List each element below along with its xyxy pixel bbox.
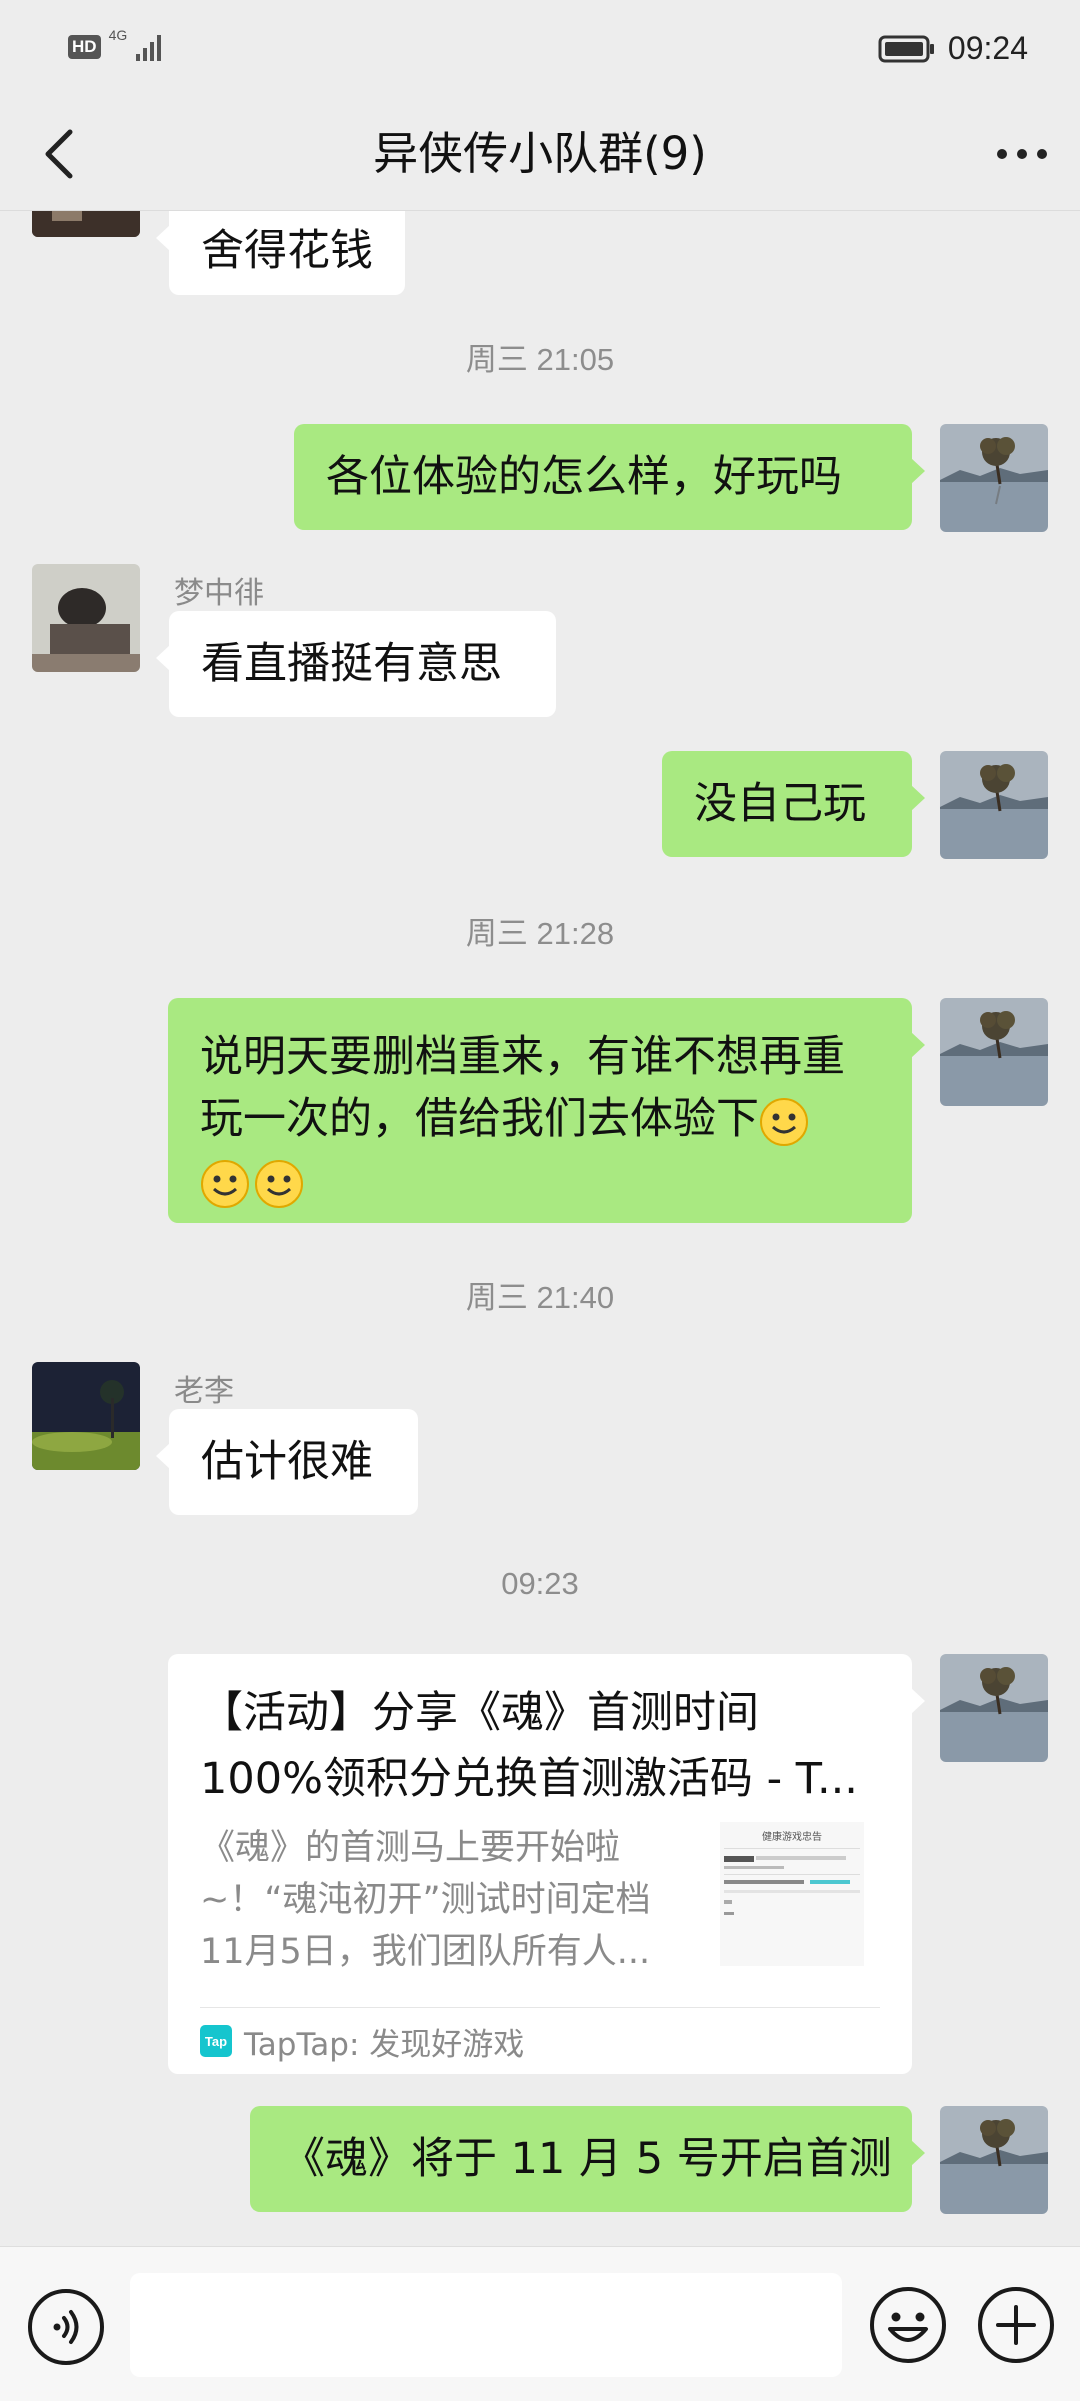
hd-badge: HD bbox=[68, 35, 101, 59]
link-card-desc-line: 11月5日，我们团队所有人... bbox=[200, 1932, 651, 1972]
link-card-thumbnail: 健康游戏忠告 bbox=[720, 1822, 864, 1966]
message-text: 没自己玩 bbox=[694, 779, 866, 829]
smiley-emoji-icon bbox=[255, 1159, 303, 1208]
link-card-title-line: 100%领积分兑换首测激活码 - T... bbox=[200, 1754, 858, 1804]
message-bubble-outgoing[interactable]: 各位体验的怎么样，好玩吗 bbox=[294, 424, 925, 530]
link-card-body: 《魂》的首测马上要开始啦 ~！“魂沌初开”测试时间定档 11月5日，我们团队所有… bbox=[200, 1822, 880, 1978]
status-bar: HD 4G 09:24 bbox=[0, 0, 1080, 100]
message-text: 看直播挺有意思 bbox=[201, 639, 502, 689]
status-right: 09:24 bbox=[878, 30, 1028, 67]
taptap-logo-icon: Tap bbox=[200, 2025, 232, 2057]
emoji-button[interactable] bbox=[868, 2285, 948, 2365]
message-bubble-incoming[interactable]: 看直播挺有意思 bbox=[156, 611, 556, 717]
more-icon bbox=[997, 149, 1047, 159]
my-avatar[interactable] bbox=[940, 2106, 1048, 2214]
message-line-3 bbox=[200, 1150, 880, 1212]
thumb-text: 健康游戏忠告 bbox=[762, 1830, 822, 1843]
more-button[interactable] bbox=[990, 122, 1054, 186]
avatar-laoli[interactable] bbox=[32, 1362, 140, 1470]
my-avatar[interactable] bbox=[940, 1654, 1048, 1762]
avatar-partial[interactable] bbox=[32, 211, 140, 237]
chat-title: 异侠传小队群(9) bbox=[373, 127, 707, 180]
network-label: 4G bbox=[108, 27, 128, 43]
link-card-source: Tap TapTap: 发现好游戏 bbox=[200, 2007, 880, 2074]
my-avatar[interactable] bbox=[940, 424, 1048, 532]
sender-name: 老李 bbox=[174, 1374, 234, 1409]
link-card-desc-line: 《魂》的首测马上要开始啦 bbox=[200, 1828, 621, 1868]
message-bubble-outgoing[interactable]: 说明天要删档重来，有谁不想再重 玩一次的，借给我们去体验下 bbox=[168, 998, 925, 1223]
message-line-2: 玩一次的，借给我们去体验下 bbox=[200, 1088, 880, 1150]
tree-lake-avatar-icon bbox=[940, 2106, 1048, 2214]
status-left: HD 4G bbox=[68, 27, 165, 62]
sender-name: 梦中徘 bbox=[174, 576, 264, 611]
link-card-description: 《魂》的首测马上要开始啦 ~！“魂沌初开”测试时间定档 11月5日，我们团队所有… bbox=[200, 1822, 680, 1978]
clock: 09:24 bbox=[947, 30, 1028, 66]
back-arrow-icon bbox=[45, 129, 73, 179]
chat-header: 异侠传小队群(9) bbox=[0, 100, 1080, 211]
timestamp: 周三 21:05 bbox=[465, 342, 615, 377]
more-functions-button[interactable] bbox=[976, 2285, 1056, 2365]
message-list[interactable]: 舍得花钱 周三 21:05 各位体验的怎么样，好玩吗 梦中徘 看直播挺有意思 没… bbox=[0, 211, 1080, 2246]
timestamp: 周三 21:28 bbox=[465, 916, 615, 951]
link-card-title-line: 【活动】分享《魂》首测时间 bbox=[200, 1688, 759, 1738]
message-input[interactable] bbox=[130, 2273, 842, 2377]
plus-icon bbox=[978, 2287, 1054, 2363]
input-bar bbox=[0, 2246, 1080, 2401]
my-avatar[interactable] bbox=[940, 751, 1048, 859]
my-avatar[interactable] bbox=[940, 998, 1048, 1106]
back-button[interactable] bbox=[28, 122, 92, 186]
smiley-emoji-icon bbox=[201, 1159, 249, 1208]
message-bubble-outgoing[interactable]: 没自己玩 bbox=[662, 751, 925, 857]
emoji-icon bbox=[870, 2287, 946, 2363]
tree-lake-avatar-icon bbox=[940, 424, 1048, 532]
message-line: 说明天要删档重来，有谁不想再重 bbox=[200, 1032, 845, 1082]
voice-button[interactable] bbox=[26, 2287, 106, 2367]
link-card-desc-line: ~！“魂沌初开”测试时间定档 bbox=[200, 1880, 651, 1920]
tree-lake-avatar-icon bbox=[940, 998, 1048, 1106]
voice-icon bbox=[28, 2289, 104, 2365]
timestamp: 09:23 bbox=[501, 1566, 579, 1601]
message-text: 估计很难 bbox=[201, 1437, 373, 1487]
message-bubble-incoming[interactable]: 估计很难 bbox=[156, 1409, 418, 1515]
message-bubble-partial[interactable]: 舍得花钱 bbox=[156, 211, 405, 295]
tree-lake-avatar-icon bbox=[940, 751, 1048, 859]
smiley-emoji-icon bbox=[760, 1097, 808, 1146]
battery-icon bbox=[878, 35, 934, 62]
message-text: 《魂》将于 11 月 5 号开启首测 bbox=[282, 2134, 892, 2184]
message-text: 舍得花钱 bbox=[201, 226, 373, 276]
message-bubble-outgoing[interactable]: 《魂》将于 11 月 5 号开启首测 bbox=[250, 2106, 925, 2212]
link-card-title: 【活动】分享《魂》首测时间 100%领积分兑换首测激活码 - T... bbox=[200, 1680, 880, 1812]
message-text: 说明天要删档重来，有谁不想再重 玩一次的，借给我们去体验下 bbox=[200, 1026, 880, 1212]
avatar-mengzhongpai[interactable] bbox=[32, 564, 140, 672]
tree-lake-avatar-icon bbox=[940, 1654, 1048, 1762]
timestamp: 周三 21:40 bbox=[465, 1280, 615, 1315]
link-card[interactable]: 【活动】分享《魂》首测时间 100%领积分兑换首测激活码 - T... 《魂》的… bbox=[168, 1654, 925, 2074]
link-card-source-label: TapTap: 发现好游戏 bbox=[244, 2026, 525, 2063]
message-text: 各位体验的怎么样，好玩吗 bbox=[326, 452, 842, 502]
signal-icon bbox=[136, 35, 162, 61]
